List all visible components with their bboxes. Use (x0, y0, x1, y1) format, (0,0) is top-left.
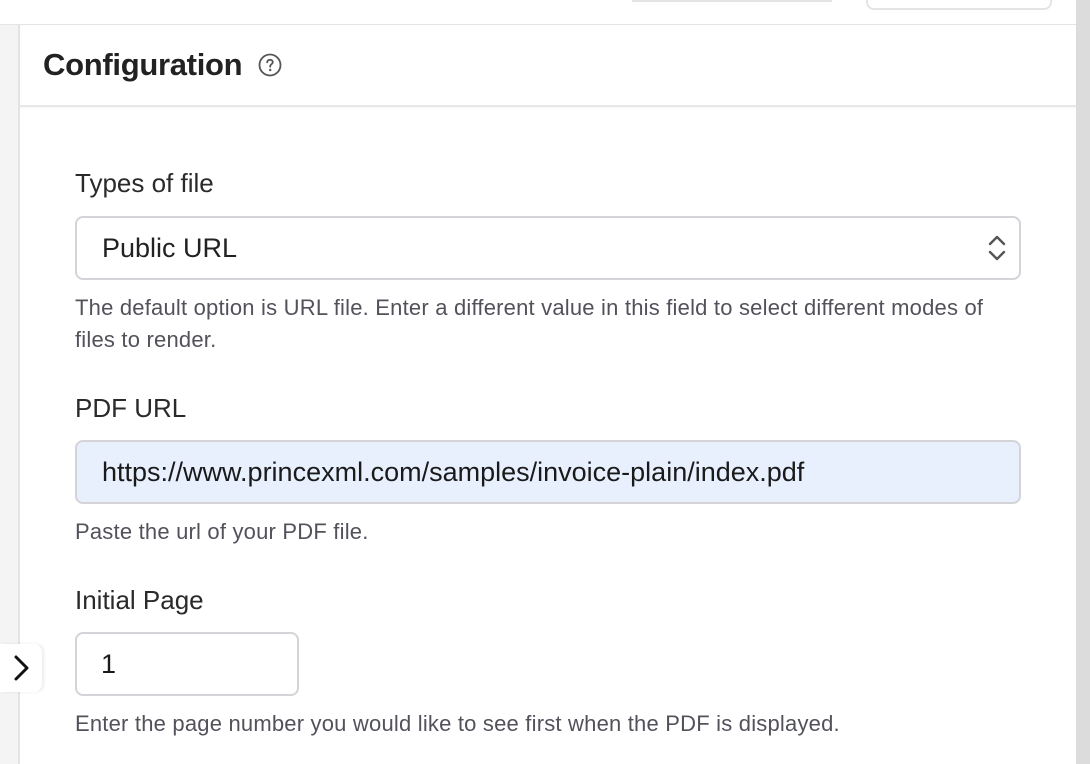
pdf-url-input[interactable]: https://www.princexml.com/samples/invoic… (75, 440, 1021, 504)
file-type-selected-value: Public URL (102, 233, 238, 263)
toolbar-field[interactable] (632, 0, 832, 2)
initial-page-help-text: Enter the page number you would like to … (75, 711, 840, 736)
initial-page-label: Initial Page (75, 585, 204, 615)
pdf-url-help-text: Paste the url of your PDF file. (75, 519, 369, 544)
panel-header: Configuration (20, 25, 1076, 107)
file-type-help-text: The default option is URL file. Enter a … (75, 295, 984, 352)
sidebar-expand-button[interactable] (0, 644, 42, 692)
scrollbar[interactable] (1076, 0, 1090, 764)
initial-page-input[interactable]: 1 (75, 632, 299, 696)
initial-page-value: 1 (101, 649, 117, 679)
top-toolbar (0, 0, 1076, 25)
file-type-select[interactable]: Public URL (75, 216, 1021, 280)
chevron-up-down-icon (985, 234, 1009, 262)
app-page: Configuration Types of file Public URL T… (0, 0, 1090, 764)
file-type-label: Types of file (75, 168, 214, 198)
chevron-right-icon (10, 653, 32, 683)
toolbar-button[interactable] (866, 0, 1052, 10)
pdf-url-label: PDF URL (75, 393, 187, 423)
question-circle-icon[interactable] (258, 53, 282, 77)
panel-title: Configuration (43, 47, 243, 82)
pdf-url-value: https://www.princexml.com/samples/invoic… (102, 457, 805, 487)
